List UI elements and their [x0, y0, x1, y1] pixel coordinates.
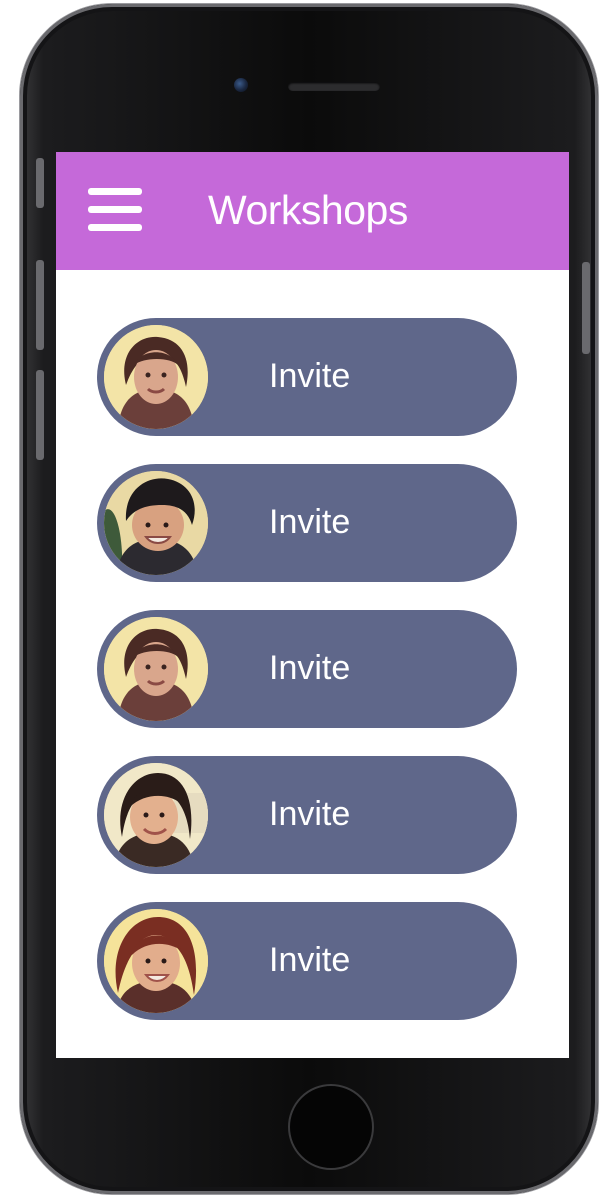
page-title: Workshops: [208, 187, 408, 233]
avatar: [104, 617, 208, 721]
person-photo-avatar: [104, 617, 208, 721]
invite-label: Invite: [269, 941, 351, 979]
invite-button[interactable]: Invite: [97, 318, 517, 436]
avatar: [104, 763, 208, 867]
invite-button[interactable]: Invite: [97, 464, 517, 582]
invite-label: Invite: [269, 795, 351, 833]
app-header: Workshops: [56, 152, 569, 270]
avatar: [104, 471, 208, 575]
app-screen: Workshops Invite Invite Invite Invite In…: [56, 152, 569, 1058]
person-photo-avatar: [104, 471, 208, 575]
invite-label: Invite: [269, 649, 351, 687]
front-camera: [234, 78, 248, 92]
power-button: [582, 262, 590, 354]
invite-button[interactable]: Invite: [97, 610, 517, 728]
invite-button[interactable]: Invite: [97, 902, 517, 1020]
avatar: [104, 909, 208, 1013]
avatar: [104, 325, 208, 429]
invite-label: Invite: [269, 357, 351, 395]
person-photo-avatar: [104, 763, 208, 867]
volume-up-button: [36, 260, 44, 350]
mute-switch: [36, 158, 44, 208]
earpiece-speaker: [288, 82, 380, 91]
person-photo-avatar: [104, 909, 208, 1013]
person-photo-avatar: [104, 325, 208, 429]
invite-button[interactable]: Invite: [97, 756, 517, 874]
volume-down-button: [36, 370, 44, 460]
hamburger-menu-icon[interactable]: [88, 188, 142, 232]
home-button[interactable]: [288, 1084, 374, 1170]
invite-list: Invite Invite Invite Invite Invite: [97, 318, 519, 1048]
invite-label: Invite: [269, 503, 351, 541]
